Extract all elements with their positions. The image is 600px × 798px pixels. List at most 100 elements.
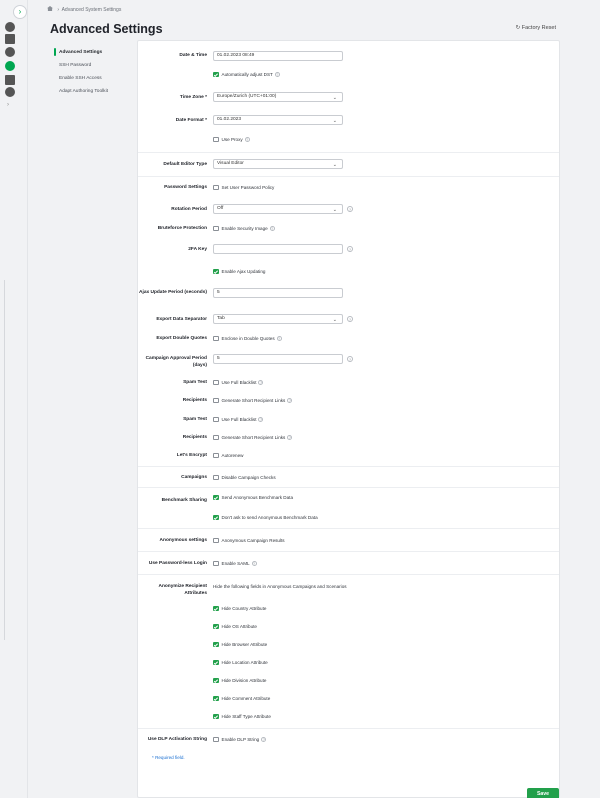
benchmark-label: Benchmark Sharing — [161, 498, 207, 503]
date-format-select[interactable]: 01.02.2023 ⌄ — [213, 115, 343, 125]
section-divider — [138, 551, 559, 552]
timezone-label: Time Zone * — [179, 95, 207, 100]
export-separator-select[interactable]: Tab ⌄ — [213, 314, 343, 324]
help-icon[interactable]: ? — [347, 246, 353, 252]
checkbox-checked-icon[interactable] — [213, 695, 219, 702]
dont-ask-benchmark-checkbox[interactable]: Don't ask to send Anonymous Benchmark Da… — [213, 514, 318, 522]
auto-dst-checkbox[interactable]: Automatically adjust DST? — [213, 71, 280, 79]
checkbox-icon[interactable] — [213, 136, 219, 143]
help-icon[interactable]: ? — [269, 226, 275, 232]
help-icon[interactable]: ? — [276, 336, 282, 342]
factory-reset-button[interactable]: ↻ Factory Reset — [516, 25, 556, 31]
full-blacklist-checkbox[interactable]: Use Full Blacklist? — [213, 416, 264, 424]
hide-comment-checkbox[interactable]: Hide Comment Attribute — [213, 695, 270, 703]
datetime-label: Date & Time — [179, 53, 207, 58]
checkbox-icon[interactable] — [213, 474, 219, 481]
checkbox-checked-icon[interactable] — [213, 514, 219, 521]
ajax-period-input[interactable]: 5 — [213, 288, 343, 298]
checkbox-checked-icon[interactable] — [213, 605, 219, 612]
save-button[interactable]: Save — [527, 788, 559, 798]
help-icon[interactable]: ? — [258, 380, 264, 386]
disable-checks-checkbox[interactable]: Disable Campaign Checks — [213, 474, 276, 482]
help-icon[interactable]: › — [5, 87, 17, 108]
anonymize-description: Hide the following fields in Anonymous C… — [213, 584, 347, 589]
help-icon[interactable]: ? — [287, 398, 293, 404]
hide-os-checkbox[interactable]: Hide OS Attribute — [213, 623, 257, 631]
help-icon[interactable]: ? — [251, 561, 257, 567]
checkbox-icon[interactable] — [213, 560, 219, 567]
checkbox-checked-icon[interactable] — [213, 713, 219, 720]
checkbox-checked-icon[interactable] — [213, 641, 219, 648]
help-icon[interactable]: ? — [347, 356, 353, 362]
checkbox-checked-icon[interactable] — [213, 623, 219, 630]
checkbox-icon[interactable] — [213, 225, 219, 232]
sidenav-item-adapt-authoring-toolkit[interactable]: Adapt Authoring Toolkit — [52, 85, 134, 98]
timezone-select[interactable]: Europe/Zurich (UTC+01:00) ⌄ — [213, 92, 343, 102]
rail-divider — [4, 280, 5, 640]
enable-saml-checkbox[interactable]: Enable SAML? — [213, 560, 257, 568]
sidenav-item-enable-ssh-access[interactable]: Enable SSH Access — [52, 72, 134, 85]
home-icon[interactable] — [47, 6, 53, 11]
checkbox-checked-icon[interactable] — [213, 494, 219, 501]
hide-location-checkbox[interactable]: Hide Location Attribute — [213, 659, 268, 667]
globe-icon[interactable] — [5, 22, 17, 32]
breadcrumb-current[interactable]: Advanced System Settings — [62, 7, 122, 13]
checkbox-icon[interactable] — [213, 379, 219, 386]
short-links-checkbox[interactable]: Generate Short Recipient Links? — [213, 434, 293, 442]
document-icon[interactable] — [5, 75, 17, 85]
hide-staff-type-checkbox[interactable]: Hide Staff Type Attribute — [213, 713, 271, 721]
rail-collapse-button[interactable]: › — [13, 5, 27, 19]
use-proxy-checkbox[interactable]: Use Proxy? — [213, 136, 250, 144]
checkbox-icon[interactable] — [213, 537, 219, 544]
ajax-updating-checkbox[interactable]: Enable Ajax Updating — [213, 268, 265, 276]
help-icon[interactable]: ? — [274, 72, 280, 78]
full-blacklist-checkbox[interactable]: Use Full Blacklist? — [213, 379, 264, 387]
hide-country-checkbox[interactable]: Hide Country Attribute — [213, 605, 266, 613]
section-divider — [138, 528, 559, 529]
help-icon[interactable]: ? — [261, 737, 267, 743]
campaign-approval-label: Campaign Approval Period (days) — [145, 356, 207, 368]
rotation-period-select[interactable]: Off ⌄ — [213, 204, 343, 214]
send-benchmark-checkbox[interactable]: Send Anonymous Benchmark Data — [213, 494, 293, 502]
help-icon[interactable]: ? — [347, 316, 353, 322]
hide-browser-checkbox[interactable]: Hide Browser Attribute — [213, 641, 267, 649]
checkbox-icon[interactable] — [213, 184, 219, 191]
enable-dlp-checkbox[interactable]: Enable DLP String? — [213, 736, 267, 744]
passwordless-label: Use Password-less Login — [148, 561, 207, 566]
hide-division-checkbox[interactable]: Hide Division Attribute — [213, 677, 266, 685]
sidenav-item-ssh-password[interactable]: SSH Password — [52, 59, 134, 72]
help-icon[interactable]: ? — [347, 206, 353, 212]
autorenew-checkbox[interactable]: Autorenew — [213, 452, 243, 460]
security-image-checkbox[interactable]: Enable Security Image? — [213, 225, 275, 233]
checkbox-icon[interactable] — [213, 452, 219, 459]
checkbox-checked-icon[interactable] — [213, 659, 219, 666]
twofa-input[interactable] — [213, 244, 343, 254]
password-policy-checkbox[interactable]: Set User Password Policy — [213, 184, 274, 192]
datetime-input[interactable]: 01.02.2023 08:49 — [213, 51, 343, 61]
users-icon[interactable]: › — [5, 47, 17, 68]
campaign-approval-input[interactable]: 5 — [213, 354, 343, 364]
short-links-checkbox[interactable]: Generate Short Recipient Links? — [213, 397, 293, 405]
checkbox-icon[interactable] — [213, 434, 219, 441]
breadcrumb: › Advanced System Settings — [47, 6, 121, 13]
help-icon[interactable]: ? — [244, 137, 250, 143]
rotation-period-label: Rotation Period — [171, 207, 207, 212]
list-icon[interactable]: › — [5, 34, 17, 55]
help-icon[interactable]: ? — [287, 435, 293, 441]
settings-active-icon[interactable]: › — [5, 61, 17, 82]
spam-test-label: Spam Test — [183, 380, 207, 385]
sidenav-item-advanced-settings[interactable]: Advanced Settings — [52, 46, 134, 59]
anonymous-results-checkbox[interactable]: Anonymous Campaign Results — [213, 537, 285, 545]
checkbox-checked-icon[interactable] — [213, 677, 219, 684]
enclose-quotes-checkbox[interactable]: Enclose in Double Quotes? — [213, 335, 282, 343]
checkbox-icon[interactable] — [213, 416, 219, 423]
help-icon[interactable]: ? — [258, 417, 264, 423]
checkbox-icon[interactable] — [213, 335, 219, 342]
spam-test-label: Spam Test — [183, 417, 207, 422]
checkbox-icon[interactable] — [213, 397, 219, 404]
checkbox-checked-icon[interactable] — [213, 71, 219, 78]
checkbox-icon[interactable] — [213, 736, 219, 743]
editor-type-select[interactable]: Visual Editor ⌄ — [213, 159, 343, 169]
checkbox-checked-icon[interactable] — [213, 268, 219, 275]
refresh-icon: ↻ — [515, 25, 521, 31]
